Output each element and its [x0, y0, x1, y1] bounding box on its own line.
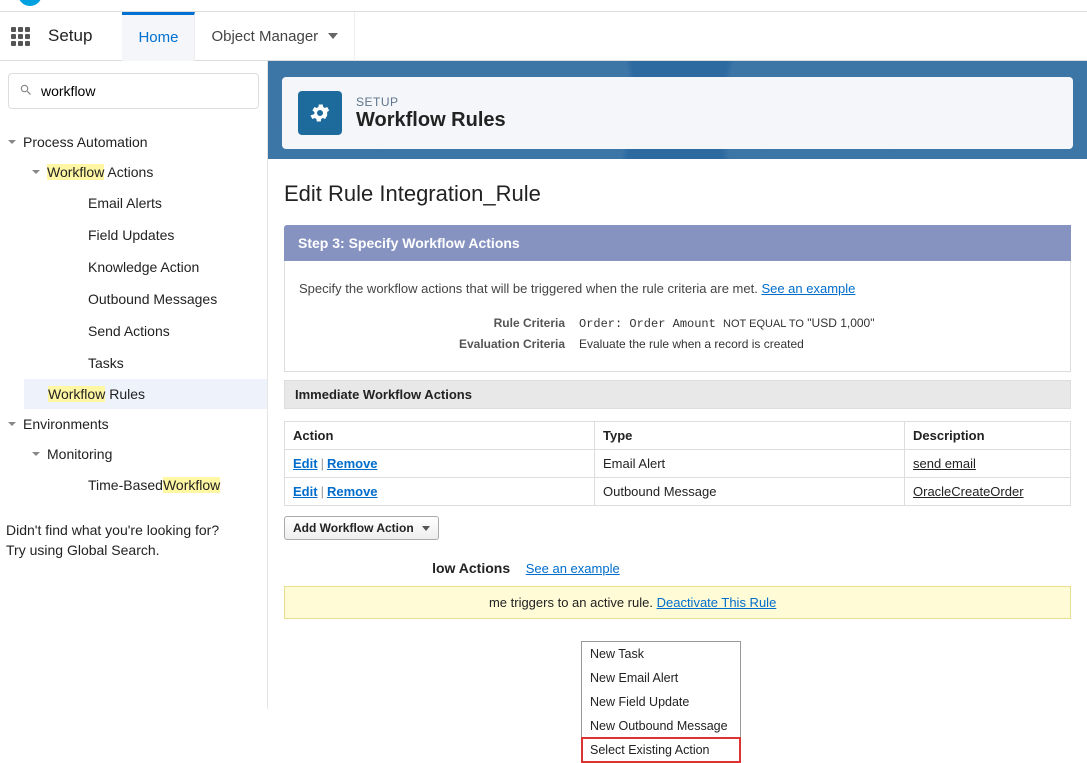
deactivate-warning: You cannot add time-dependent time trigg…: [284, 586, 1071, 619]
col-type: Type: [595, 422, 905, 450]
tree-label: Monitoring: [47, 446, 112, 462]
caret-down-icon: [6, 419, 18, 429]
tree-monitoring[interactable]: Monitoring: [24, 439, 267, 469]
page-caption: SETUP: [356, 95, 506, 109]
tab-home[interactable]: Home: [122, 12, 195, 61]
tab-object-manager[interactable]: Object Manager: [195, 12, 355, 61]
menu-select-existing-action[interactable]: Select Existing Action: [582, 738, 740, 762]
rule-criteria-label: Rule Criteria: [299, 316, 579, 331]
step-header: Step 3: Specify Workflow Actions: [284, 225, 1071, 261]
menu-new-email-alert[interactable]: New Email Alert: [582, 666, 740, 690]
table-row: Edit|Remove Outbound Message OracleCreat…: [285, 478, 1071, 506]
tree-outbound-messages[interactable]: Outbound Messages: [24, 283, 267, 315]
caret-down-icon: [30, 449, 42, 459]
add-workflow-action-button[interactable]: Add Workflow Action: [284, 516, 439, 540]
edit-link[interactable]: Edit: [293, 484, 318, 499]
add-workflow-action-label: Add Workflow Action: [293, 521, 414, 535]
tree-label: Process Automation: [23, 134, 148, 150]
search-icon: [19, 83, 33, 100]
edit-link[interactable]: Edit: [293, 456, 318, 471]
tree-tasks[interactable]: Tasks: [24, 347, 267, 379]
global-header: Setup Home Object Manager: [0, 12, 1087, 61]
tree-knowledge-action[interactable]: Knowledge Action: [24, 251, 267, 283]
edit-rule-title: Edit Rule Integration_Rule: [284, 181, 1071, 207]
remove-link[interactable]: Remove: [327, 456, 378, 471]
page-title: Workflow Rules: [356, 109, 506, 132]
tree-label: Workflow Actions: [47, 164, 153, 180]
table-row: Edit|Remove Email Alert send email: [285, 450, 1071, 478]
cell-description-link[interactable]: OracleCreateOrder: [913, 484, 1024, 499]
deactivate-link[interactable]: Deactivate This Rule: [657, 595, 777, 610]
cell-type: Email Alert: [595, 450, 905, 478]
immediate-actions-header: Immediate Workflow Actions: [284, 380, 1071, 409]
eval-criteria-value: Evaluate the rule when a record is creat…: [579, 337, 804, 351]
see-example-link[interactable]: See an example: [761, 281, 855, 296]
see-example-link-2[interactable]: See an example: [526, 561, 620, 576]
tree-email-alerts[interactable]: Email Alerts: [24, 187, 267, 219]
menu-new-task[interactable]: New Task: [582, 642, 740, 666]
time-dependent-title: Time-Dependent Worklow Actions: [284, 560, 510, 576]
tree-send-actions[interactable]: Send Actions: [24, 315, 267, 347]
setup-sidebar: Process Automation Workflow Actions Emai…: [0, 61, 268, 709]
page-header: SETUP Workflow Rules: [282, 77, 1073, 149]
step-description: Specify the workflow actions that will b…: [299, 281, 1056, 296]
caret-down-icon: [6, 137, 18, 147]
quick-find-input[interactable]: [41, 83, 248, 99]
col-description: Description: [905, 422, 1071, 450]
cell-type: Outbound Message: [595, 478, 905, 506]
tree-process-automation[interactable]: Process Automation: [0, 127, 267, 157]
tree-label: Workflow Rules: [48, 386, 145, 402]
eval-criteria-label: Evaluation Criteria: [299, 337, 579, 351]
remove-link[interactable]: Remove: [327, 484, 378, 499]
tree-environments[interactable]: Environments: [0, 409, 267, 439]
sidebar-footer-hint: Didn't find what you're looking for? Try…: [0, 501, 267, 580]
rule-criteria-value: Order: Order Amount NOT EQUAL TO "USD 1,…: [579, 316, 875, 331]
tree-field-updates[interactable]: Field Updates: [24, 219, 267, 251]
quick-find-box[interactable]: [8, 73, 259, 109]
tree-time-based-workflow[interactable]: Time-Based Workflow: [24, 469, 267, 501]
cell-description-link[interactable]: send email: [913, 456, 976, 471]
caret-down-icon: [30, 167, 42, 177]
tree-workflow-rules[interactable]: Workflow Rules: [24, 379, 267, 409]
menu-new-outbound-message[interactable]: New Outbound Message: [582, 714, 740, 738]
menu-new-field-update[interactable]: New Field Update: [582, 690, 740, 714]
brand-circle: [18, 0, 42, 6]
setup-label: Setup: [40, 26, 122, 46]
add-action-menu: New Task New Email Alert New Field Updat…: [581, 641, 741, 763]
actions-table: Action Type Description Edit|Remove Emai…: [284, 421, 1071, 506]
tree-label: Environments: [23, 416, 109, 432]
dropdown-arrow-icon: [422, 526, 430, 531]
app-launcher-icon[interactable]: [0, 27, 40, 46]
col-action: Action: [285, 422, 595, 450]
tab-object-manager-label: Object Manager: [211, 28, 318, 45]
chevron-down-icon: [328, 33, 338, 39]
tree-workflow-actions[interactable]: Workflow Actions: [24, 157, 267, 187]
workflow-rules-icon: [298, 91, 342, 135]
content-area: SETUP Workflow Rules Edit Rule Integrati…: [268, 61, 1087, 709]
